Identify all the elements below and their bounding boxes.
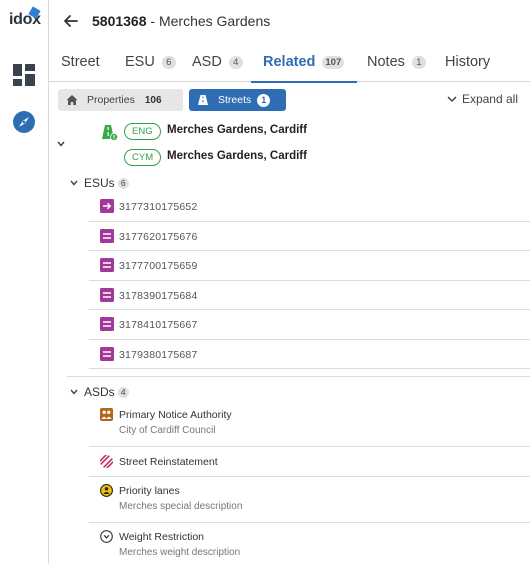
tab-count-badge: 107 bbox=[322, 55, 345, 69]
tab-count-badge: 1 bbox=[411, 55, 426, 69]
esu-one-way-icon bbox=[100, 199, 114, 213]
chevron-circle-icon bbox=[100, 530, 113, 543]
tab-esu[interactable]: ESU 6 bbox=[125, 42, 176, 82]
dashboard-icon[interactable] bbox=[12, 63, 36, 87]
left-rail: idox bbox=[0, 0, 49, 564]
hatch-icon bbox=[100, 455, 113, 468]
tab-label: History bbox=[445, 54, 491, 70]
compass-icon[interactable] bbox=[12, 110, 36, 134]
street-type-icon bbox=[102, 125, 118, 141]
esu-two-way-icon bbox=[100, 258, 114, 272]
esu-id: 3177700175659 bbox=[119, 260, 198, 272]
street-descriptor-cym[interactable]: Merches Gardens, Cardiff bbox=[167, 150, 307, 162]
esu-row[interactable]: 3178390175684 bbox=[89, 281, 530, 310]
esus-group-label: ESUs bbox=[84, 176, 115, 190]
esus-group-header[interactable]: ESUs 6 bbox=[70, 176, 129, 190]
esu-row[interactable]: 3177620175676 bbox=[89, 222, 530, 251]
asd-subtitle: Merches special description bbox=[119, 501, 243, 512]
street-title: Merches Gardens bbox=[158, 13, 271, 29]
tab-history[interactable]: History bbox=[445, 42, 490, 82]
chevron-down-icon bbox=[447, 96, 457, 103]
esu-two-way-icon bbox=[100, 317, 114, 331]
asd-row[interactable]: Priority lanes Merches special descripti… bbox=[89, 477, 530, 523]
esu-id: 3178390175684 bbox=[119, 289, 198, 302]
tab-label: Related bbox=[263, 54, 316, 70]
tab-notes[interactable]: Notes 1 bbox=[367, 42, 426, 82]
esu-two-way-icon bbox=[100, 287, 114, 302]
home-icon bbox=[66, 95, 78, 105]
street-collapse-chevron-icon[interactable] bbox=[56, 139, 66, 149]
esu-id: 3179380175687 bbox=[119, 348, 198, 361]
streets-filter-button[interactable]: Streets 1 bbox=[189, 89, 286, 111]
esu-two-way-icon bbox=[100, 346, 114, 361]
language-badge-cym: CYM bbox=[124, 149, 162, 166]
people-icon bbox=[100, 408, 113, 421]
esu-two-way-icon bbox=[100, 228, 114, 243]
road-icon bbox=[198, 95, 208, 105]
properties-filter-button[interactable]: Properties 106 bbox=[58, 89, 183, 111]
header: 5801368 - Merches Gardens bbox=[49, 0, 530, 42]
asd-row[interactable]: Street Reinstatement bbox=[89, 447, 530, 477]
asd-title: Weight Restriction bbox=[119, 531, 205, 543]
tab-street[interactable]: Street bbox=[61, 42, 100, 82]
tab-label: ASD bbox=[192, 54, 222, 70]
group-divider bbox=[67, 376, 530, 377]
tab-count-badge: 6 bbox=[161, 55, 176, 69]
language-badge-eng: ENG bbox=[124, 123, 161, 140]
asd-row[interactable]: Primary Notice Authority City of Cardiff… bbox=[89, 400, 530, 447]
asds-group-header[interactable]: ASDs 4 bbox=[70, 385, 129, 399]
asds-count-badge: 4 bbox=[117, 386, 129, 398]
expand-all-label: Expand all bbox=[461, 92, 518, 106]
asds-group-label: ASDs bbox=[84, 385, 115, 399]
asd-row[interactable]: Weight Restriction Merches weight descri… bbox=[89, 523, 530, 564]
title-separator: - bbox=[146, 13, 159, 29]
street-descriptor-eng[interactable]: Merches Gardens, Cardiff bbox=[167, 124, 307, 136]
tab-count-badge: 4 bbox=[228, 55, 243, 69]
asd-subtitle: City of Cardiff Council bbox=[119, 425, 216, 436]
esu-row[interactable]: 3179380175687 bbox=[89, 340, 530, 369]
esu-id: 3178410175667 bbox=[119, 319, 198, 331]
streets-count: 1 bbox=[257, 93, 271, 107]
person-circle-icon bbox=[100, 484, 113, 497]
tab-asd[interactable]: ASD 4 bbox=[192, 42, 243, 82]
esu-row[interactable]: 3177700175659 bbox=[89, 251, 530, 281]
esu-id: 3177310175652 bbox=[119, 201, 198, 213]
expand-all-button[interactable]: Expand all bbox=[447, 92, 518, 106]
tab-bar: Street ESU 6 ASD 4 Related 107 Notes 1 H… bbox=[49, 42, 530, 83]
asd-title: Primary Notice Authority bbox=[119, 409, 232, 421]
esu-row[interactable]: 3177310175652 bbox=[89, 192, 530, 222]
tab-label: Street bbox=[61, 54, 100, 70]
chevron-down-icon bbox=[70, 389, 78, 395]
page-title: 5801368 - Merches Gardens bbox=[92, 13, 270, 29]
asd-title: Street Reinstatement bbox=[119, 456, 218, 468]
related-filter-bar: Properties 106 Streets 1 Expand all bbox=[49, 83, 530, 117]
usrn: 5801368 bbox=[92, 13, 147, 29]
related-tree: ENG Merches Gardens, Cardiff CYM Merches… bbox=[49, 117, 530, 564]
tab-label: ESU bbox=[125, 54, 155, 70]
asd-subtitle: Merches weight description bbox=[119, 547, 241, 558]
chevron-down-icon bbox=[70, 180, 78, 186]
tab-related[interactable]: Related 107 bbox=[250, 42, 358, 83]
asd-title: Priority lanes bbox=[119, 485, 180, 497]
esu-id: 3177620175676 bbox=[119, 230, 198, 243]
back-arrow-icon[interactable] bbox=[61, 11, 81, 31]
tab-label: Notes bbox=[367, 54, 405, 70]
properties-count: 106 bbox=[144, 94, 162, 106]
esus-count-badge: 6 bbox=[117, 177, 129, 189]
streets-label: Streets bbox=[218, 94, 252, 106]
esu-row[interactable]: 3178410175667 bbox=[89, 310, 530, 340]
properties-label: Properties bbox=[87, 94, 135, 106]
idox-logo: idox bbox=[8, 6, 42, 32]
